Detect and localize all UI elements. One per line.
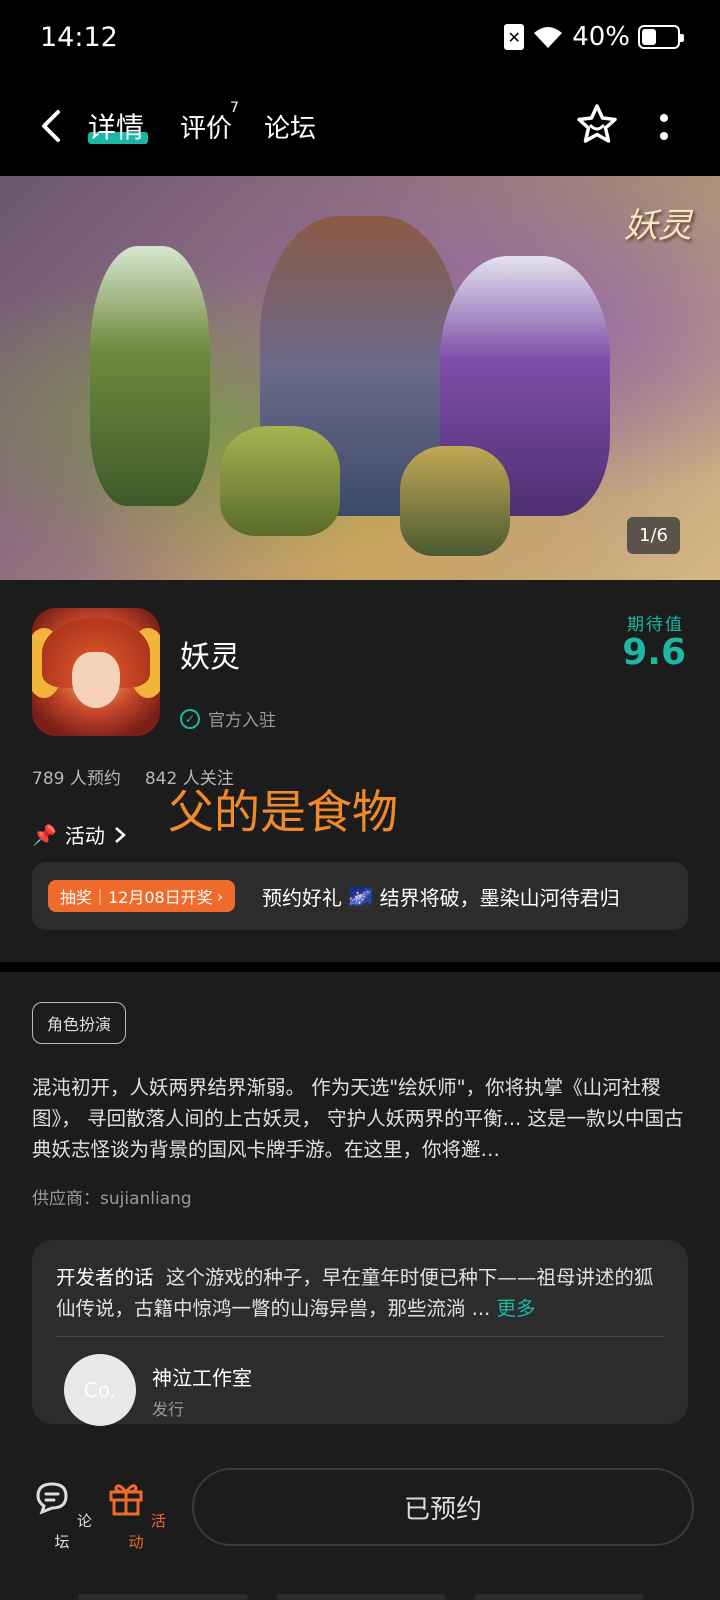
anticipation-score: 9.6: [622, 632, 686, 673]
studio-role: 发行: [152, 1400, 185, 1419]
promo-banner[interactable]: 抽奖｜12月08日开奖 › 预约好礼 🌌 结界将破，墨染山河待君归: [32, 862, 688, 930]
forum-chat-icon: [36, 1482, 68, 1515]
lottery-tag[interactable]: 抽奖｜12月08日开奖 ›: [48, 880, 236, 912]
battery-icon: [638, 25, 684, 49]
top-nav-bar: 详情 评价 7 论坛: [0, 80, 720, 176]
wifi-icon: [534, 27, 563, 48]
pin-icon: 📌: [32, 822, 57, 847]
developer-words-title: 开发者的话: [56, 1266, 154, 1289]
developer-card[interactable]: 开发者的话 这个游戏的种子，早在童年时便已种下——祖母讲述的狐仙传说，古籍中惊鸿…: [32, 1240, 688, 1426]
chevron-right-icon: [115, 826, 126, 843]
studio-avatar[interactable]: Co.: [64, 1354, 136, 1426]
nav-indicator: [474, 1594, 644, 1600]
developer-words: 开发者的话 这个游戏的种子，早在童年时便已种下——祖母讲述的狐仙传说，古籍中惊鸿…: [56, 1262, 664, 1324]
status-bar: 14:12 ✕ 40%: [0, 0, 720, 80]
nav-indicator: [276, 1594, 446, 1600]
reserved-button[interactable]: 已预约: [192, 1468, 694, 1546]
chevron-right-icon: ›: [216, 886, 224, 906]
nav-indicator: [78, 1594, 248, 1600]
tab-details[interactable]: 详情: [88, 106, 144, 146]
activity-header[interactable]: 📌 活动: [32, 820, 127, 849]
genre-tag[interactable]: 角色扮演: [32, 1002, 127, 1044]
activity-label: 活动: [64, 824, 105, 848]
supplier-label: 供应商：sujianliang: [32, 1189, 192, 1209]
app-icon: [32, 608, 160, 736]
hero-character-small: [400, 446, 510, 556]
status-time: 14:12: [40, 22, 118, 53]
tab-reviews[interactable]: 评价: [180, 108, 232, 145]
official-label: 官方入驻: [208, 711, 276, 731]
hero-character-toad: [220, 426, 340, 536]
battery-percent: 40%: [572, 22, 630, 52]
favorite-star-icon[interactable]: [574, 102, 620, 148]
app-name: 妖灵: [180, 640, 240, 675]
verified-check-icon: ✓: [180, 708, 200, 729]
review-count-badge: 7: [230, 100, 239, 116]
hero-game-logo: 妖灵: [624, 206, 692, 246]
game-description[interactable]: 混沌初开，人妖两界结界渐弱。 作为天选"绘妖师"，你将执掌《山河社稷图》， 寻回…: [32, 1072, 688, 1165]
gift-icon: [109, 1484, 143, 1516]
reservation-count: 789 人预约: [32, 769, 121, 789]
more-link[interactable]: 更多: [497, 1297, 536, 1320]
back-arrow-icon[interactable]: [34, 104, 74, 148]
studio-name[interactable]: 神泣工作室: [152, 1362, 252, 1391]
no-sim-icon: ✕: [504, 24, 525, 50]
overlay-caption: 父的是食物: [168, 785, 398, 839]
section-divider: [0, 962, 720, 972]
card-divider: [56, 1336, 664, 1337]
bottom-action-bar: 论坛 活动 已预约: [0, 1468, 720, 1600]
official-badge: ✓ 官方入驻: [180, 706, 276, 731]
activity-button[interactable]: 活动: [106, 1478, 166, 1552]
tab-forum[interactable]: 论坛: [264, 108, 316, 145]
hero-banner[interactable]: 妖灵 1/6: [0, 176, 720, 580]
status-icons: ✕ 40%: [504, 22, 684, 52]
promo-text: 预约好礼 🌌 结界将破，墨染山河待君归: [262, 886, 620, 910]
hero-image-counter: 1/6: [627, 517, 680, 554]
hero-character-left: [90, 246, 210, 506]
more-options-icon[interactable]: [654, 108, 674, 148]
forum-button[interactable]: 论坛: [32, 1478, 92, 1552]
app-info-section: 妖灵 ✓ 官方入驻 期待值 9.6 789 人预约 842 人关注 📌 活动 父…: [0, 580, 720, 962]
